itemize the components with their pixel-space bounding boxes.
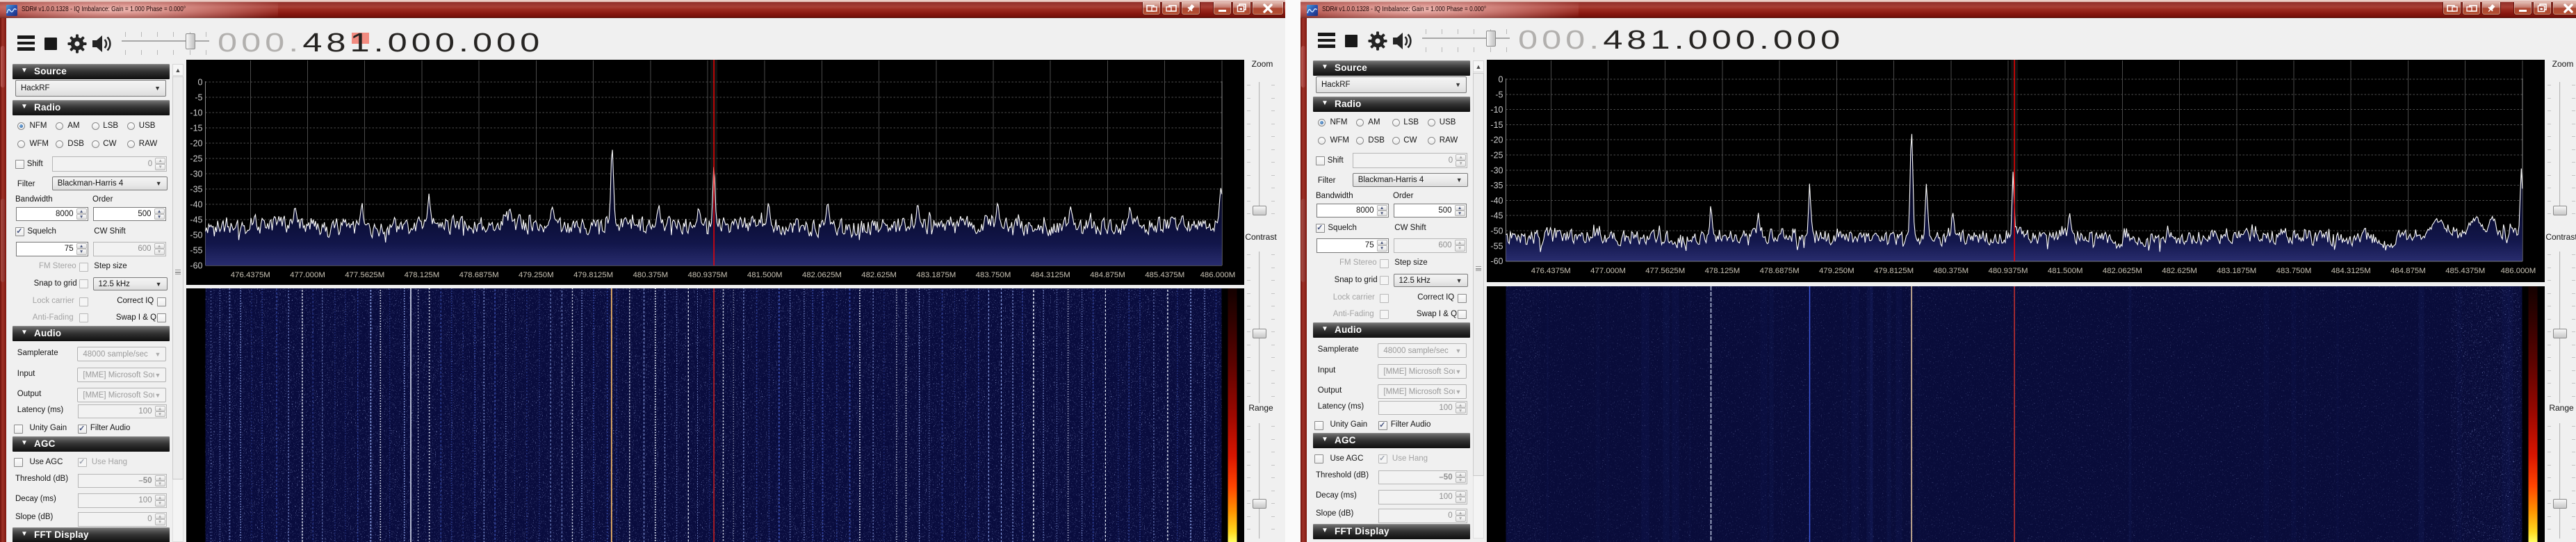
svg-text:483.750M: 483.750M [975,271,1011,279]
svg-text:-20: -20 [190,139,202,149]
svg-text:486.000M: 486.000M [1200,271,1235,279]
svg-text:481.500M: 481.500M [747,271,782,279]
svg-text:-15: -15 [190,124,202,133]
svg-text:477.5625M: 477.5625M [1645,267,1685,275]
svg-text:-60: -60 [190,261,202,271]
svg-text:480.375M: 480.375M [1933,267,1968,275]
svg-text:-30: -30 [1490,165,1503,175]
svg-text:485.4375M: 485.4375M [1145,271,1184,279]
svg-text:-50: -50 [1490,227,1503,236]
svg-text:-40: -40 [190,200,202,210]
svg-text:483.1875M: 483.1875M [916,271,956,279]
svg-text:479.250M: 479.250M [1818,267,1854,275]
svg-text:482.625M: 482.625M [2162,267,2197,275]
svg-text:-10: -10 [1490,105,1503,115]
svg-text:477.000M: 477.000M [290,271,325,279]
svg-text:-5: -5 [195,93,202,103]
svg-text:-55: -55 [190,246,202,256]
svg-text:-15: -15 [1490,120,1503,130]
svg-text:481.500M: 481.500M [2047,267,2082,275]
svg-text:-40: -40 [1490,196,1503,206]
svg-text:-35: -35 [190,185,202,195]
svg-text:479.250M: 479.250M [518,271,553,279]
svg-text:-60: -60 [1490,256,1503,266]
svg-text:482.625M: 482.625M [861,271,897,279]
svg-text:-25: -25 [1490,151,1503,161]
svg-text:480.9375M: 480.9375M [1988,267,2028,275]
svg-text:478.125M: 478.125M [1704,267,1740,275]
svg-text:479.8125M: 479.8125M [573,271,613,279]
svg-text:-45: -45 [190,215,202,225]
svg-text:484.3125M: 484.3125M [1030,271,1070,279]
svg-text:483.1875M: 483.1875M [2217,267,2256,275]
svg-text:478.6875M: 478.6875M [1759,267,1799,275]
svg-text:-45: -45 [1490,211,1503,221]
svg-text:477.000M: 477.000M [1590,267,1626,275]
svg-text:484.875M: 484.875M [1090,271,1125,279]
svg-text:478.6875M: 478.6875M [459,271,498,279]
svg-text:479.8125M: 479.8125M [1874,267,1914,275]
svg-text:-35: -35 [1490,181,1503,190]
svg-text:484.875M: 484.875M [2390,267,2426,275]
svg-text:478.125M: 478.125M [404,271,439,279]
svg-text:480.375M: 480.375M [633,271,668,279]
svg-text:-20: -20 [1490,136,1503,145]
svg-text:482.0625M: 482.0625M [2102,267,2142,275]
svg-text:483.750M: 483.750M [2276,267,2311,275]
svg-text:476.4375M: 476.4375M [1531,267,1570,275]
svg-text:-5: -5 [1495,90,1503,99]
svg-text:0: 0 [1498,75,1503,85]
svg-text:482.0625M: 482.0625M [801,271,841,279]
svg-text:-55: -55 [1490,241,1503,251]
svg-text:-30: -30 [190,170,202,179]
svg-text:486.000M: 486.000M [2500,267,2536,275]
svg-text:476.4375M: 476.4375M [230,271,270,279]
svg-text:480.9375M: 480.9375M [687,271,727,279]
svg-text:477.5625M: 477.5625M [345,271,384,279]
svg-text:0: 0 [197,78,202,88]
svg-text:-10: -10 [190,108,202,118]
svg-text:485.4375M: 485.4375M [2445,267,2485,275]
svg-text:-25: -25 [190,154,202,164]
svg-text:-50: -50 [190,231,202,240]
svg-text:484.3125M: 484.3125M [2331,267,2370,275]
